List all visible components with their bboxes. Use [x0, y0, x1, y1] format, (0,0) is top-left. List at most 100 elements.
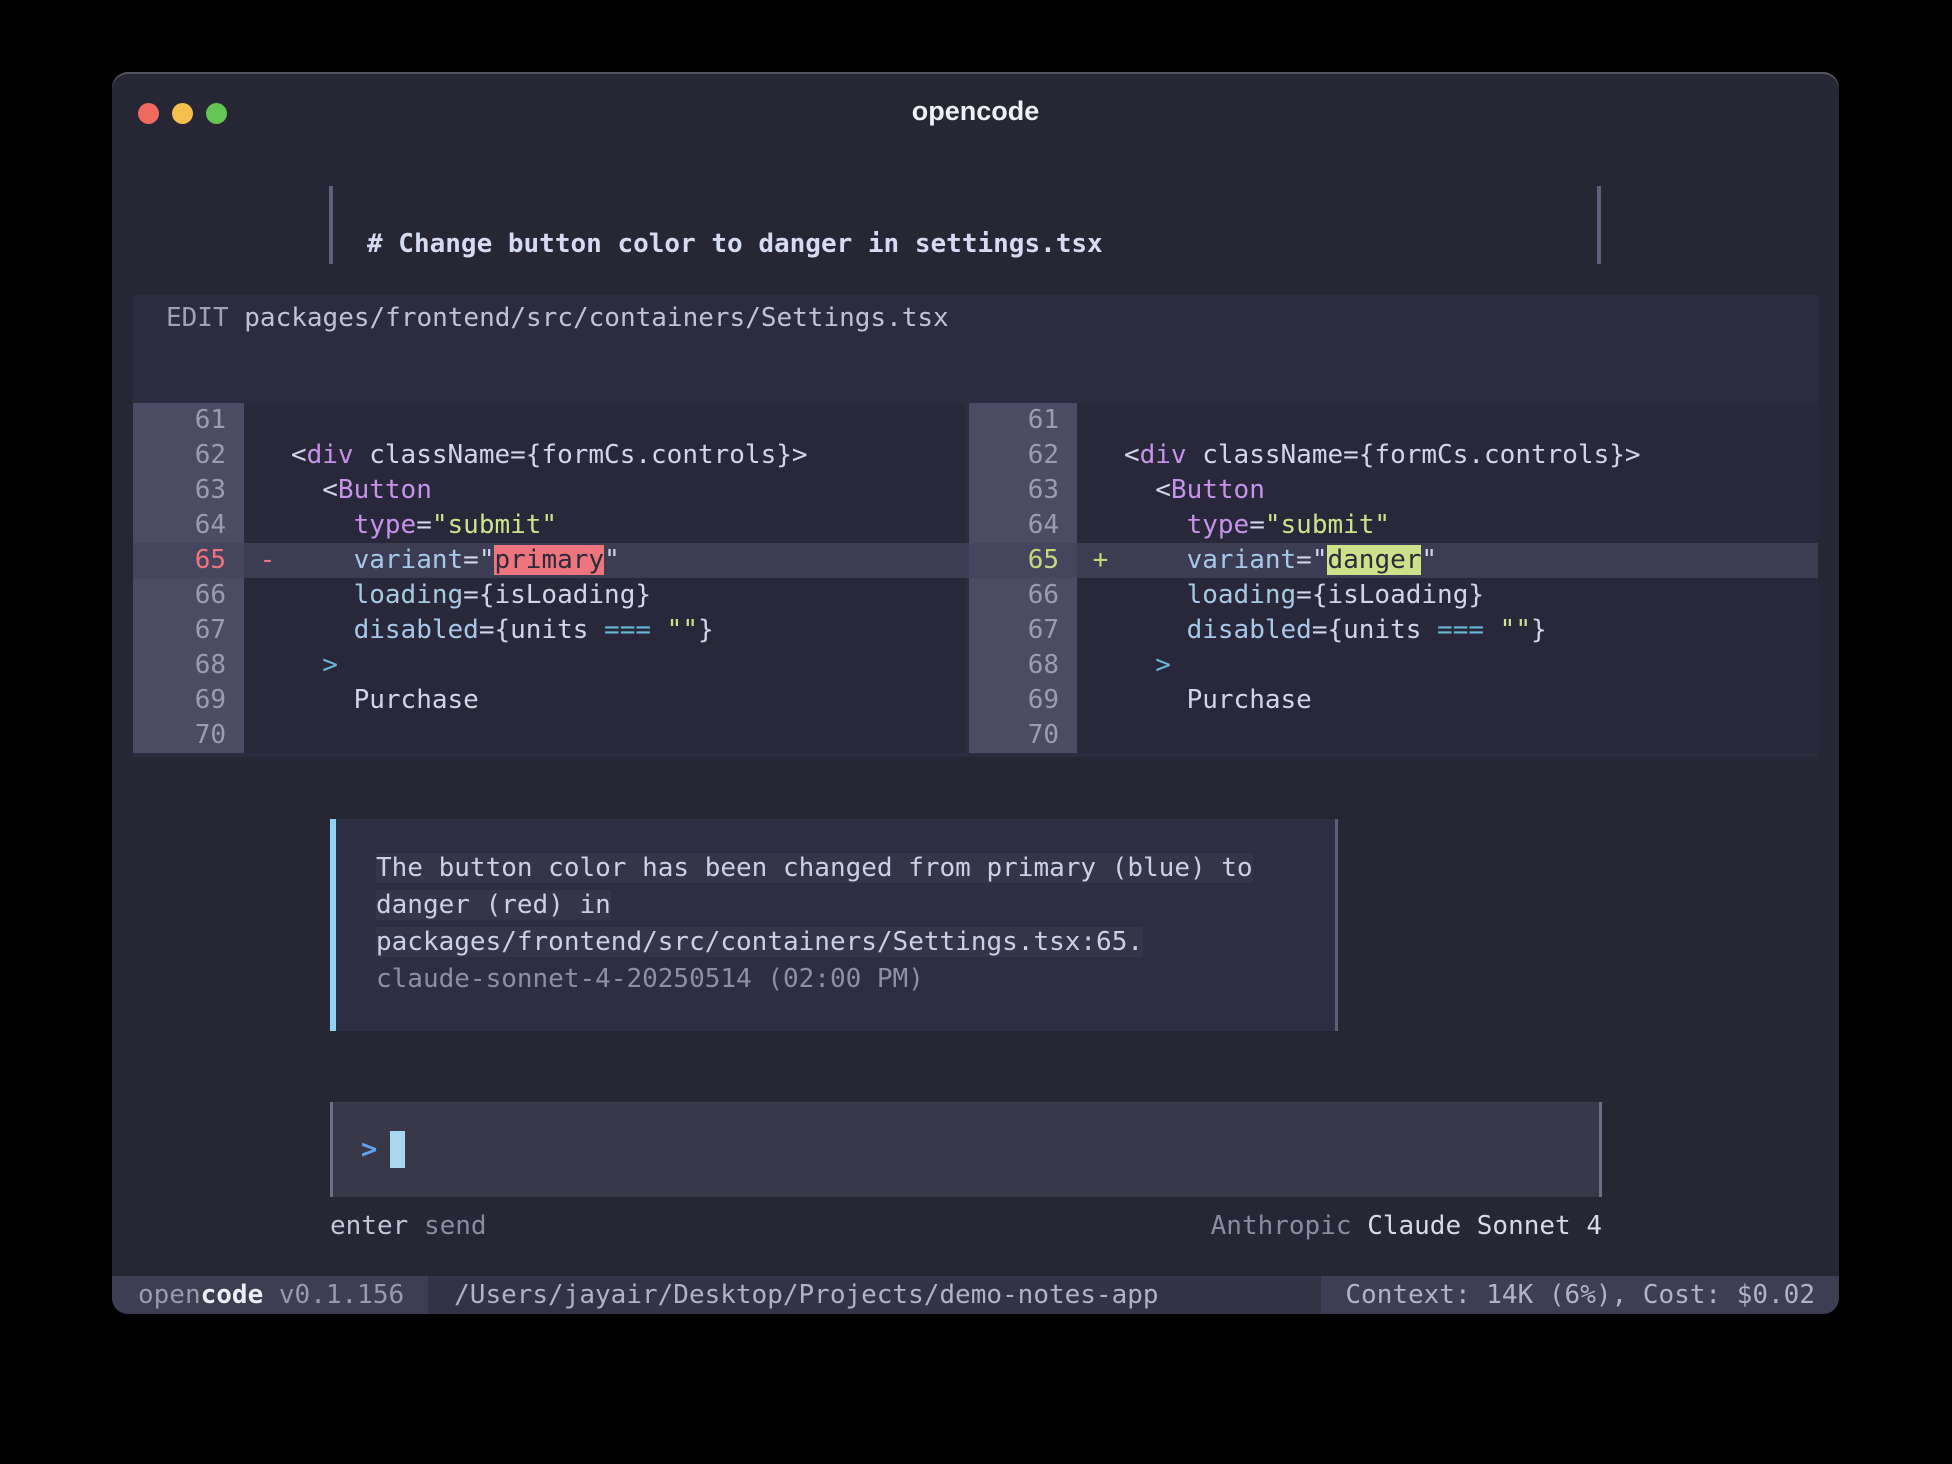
model-provider: Anthropic	[1211, 1211, 1352, 1241]
diff-row: 7070	[133, 718, 1818, 753]
quote-left-bar	[329, 186, 333, 264]
code-token: {units	[494, 615, 604, 645]
line-number-left: 69	[133, 683, 244, 718]
line-number-left: 61	[133, 403, 244, 438]
message-text: danger (red) in	[376, 890, 611, 920]
code-token: "submit"	[1265, 510, 1390, 540]
window-title: opencode	[112, 96, 1839, 127]
edit-label: EDIT	[166, 303, 229, 333]
code-token: Purchase	[354, 685, 479, 715]
diff-row: 62 <div className={formCs.controls}>62 <…	[133, 438, 1818, 473]
code-token: "	[1421, 545, 1437, 575]
code-token: =	[1296, 580, 1312, 610]
code-token: }	[698, 615, 714, 645]
line-number-left: 70	[133, 718, 244, 753]
message-text: claude-sonnet-4-20250514 (02:00 PM)	[376, 964, 924, 994]
code-line-right: loading={isLoading}	[1077, 578, 1818, 613]
code-token	[244, 580, 354, 610]
line-number-left: 65	[133, 543, 244, 578]
model-name: Claude Sonnet 4	[1367, 1211, 1602, 1241]
status-bar: opencode v0.1.156 /Users/jayair/Desktop/…	[112, 1276, 1839, 1314]
code-token: =	[479, 615, 495, 645]
diff-row: 61 61	[133, 403, 1818, 438]
prompt-input[interactable]: >	[330, 1102, 1602, 1197]
code-token: =	[416, 510, 432, 540]
code-line-left: loading={isLoading}	[244, 578, 965, 613]
line-number-right: 69	[969, 683, 1077, 718]
code-token: ="	[463, 545, 494, 575]
line-number-left: 63	[133, 473, 244, 508]
line-number-right: 63	[969, 473, 1077, 508]
message-text-line: The button color has been changed from p…	[376, 850, 1335, 887]
code-line-left: disabled={units === ""}	[244, 613, 965, 648]
code-line-right: type="submit"	[1077, 508, 1818, 543]
code-token: ""	[667, 615, 698, 645]
code-token: {isLoading}	[479, 580, 651, 610]
code-token: Button	[1171, 475, 1265, 505]
code-token	[244, 615, 354, 645]
code-token: {units	[1327, 615, 1437, 645]
line-number-right: 68	[969, 648, 1077, 683]
line-number-right: 66	[969, 578, 1077, 613]
code-token	[1484, 615, 1500, 645]
prompt-chevron: >	[361, 1134, 377, 1165]
line-number-left: 66	[133, 578, 244, 613]
diff-row: 67 disabled={units === ""}67 disabled={u…	[133, 613, 1818, 648]
edit-file-path: packages/frontend/src/containers/Setting…	[244, 303, 948, 333]
code-token: ""	[1500, 615, 1531, 645]
code-token: >	[1155, 650, 1171, 680]
code-line-left: type="submit"	[244, 508, 965, 543]
code-token: loading	[354, 580, 464, 610]
context-cost-chip: Context: 14K (6%), Cost: $0.02	[1321, 1276, 1839, 1314]
line-number-right: 61	[969, 403, 1077, 438]
code-token	[1077, 615, 1187, 645]
code-line-left	[244, 718, 965, 753]
code-token	[1077, 580, 1187, 610]
code-token: Button	[338, 475, 432, 505]
added-token: danger	[1327, 545, 1421, 575]
line-number-left: 67	[133, 613, 244, 648]
code-token: loading	[1187, 580, 1297, 610]
code-line-right	[1077, 718, 1818, 753]
code-token: ="	[1296, 545, 1327, 575]
code-token	[1077, 545, 1093, 575]
line-number-right: 67	[969, 613, 1077, 648]
opencode-window: opencode # Change button color to danger…	[112, 72, 1839, 1314]
code-line-right	[1077, 403, 1818, 438]
code-token	[1077, 650, 1155, 680]
hint-key: enter	[330, 1211, 408, 1241]
code-token: disabled	[1187, 615, 1312, 645]
code-token	[244, 545, 260, 575]
line-number-left: 68	[133, 648, 244, 683]
code-token: =	[1312, 615, 1328, 645]
code-line-left: >	[244, 648, 965, 683]
input-hints: enter send Anthropic Claude Sonnet 4	[330, 1210, 1602, 1242]
message-text: The button color has been changed from p…	[376, 853, 1253, 883]
code-line-right: disabled={units === ""}	[1077, 613, 1818, 648]
code-token: ===	[604, 615, 651, 645]
line-number-left: 64	[133, 508, 244, 543]
code-token: variant	[1187, 545, 1297, 575]
code-line-right: >	[1077, 648, 1818, 683]
assistant-message: The button color has been changed from p…	[330, 819, 1338, 1031]
code-line-left: <Button	[244, 473, 965, 508]
message-meta-line: claude-sonnet-4-20250514 (02:00 PM)	[376, 961, 1335, 998]
code-token: Purchase	[1187, 685, 1312, 715]
diff-view[interactable]: 61 6162 <div className={formCs.controls}>…	[133, 403, 1818, 753]
code-token	[244, 510, 354, 540]
model-indicator[interactable]: Anthropic Claude Sonnet 4	[1211, 1210, 1602, 1242]
code-token	[244, 650, 322, 680]
code-token: div	[1140, 440, 1187, 470]
removed-token: primary	[494, 545, 604, 575]
session-title: # Change button color to danger in setti…	[367, 225, 1103, 263]
message-text: packages/frontend/src/containers/Setting…	[376, 927, 1143, 957]
code-token: +	[1093, 545, 1109, 575]
code-token: className={formCs.controls}>	[1187, 440, 1641, 470]
code-token: }	[1531, 615, 1547, 645]
code-line-left: - variant="primary"	[244, 543, 965, 578]
code-token: "	[604, 545, 620, 575]
code-token: type	[354, 510, 417, 540]
code-token: "submit"	[432, 510, 557, 540]
hint-action: send	[424, 1211, 487, 1241]
code-token: <	[1077, 440, 1140, 470]
